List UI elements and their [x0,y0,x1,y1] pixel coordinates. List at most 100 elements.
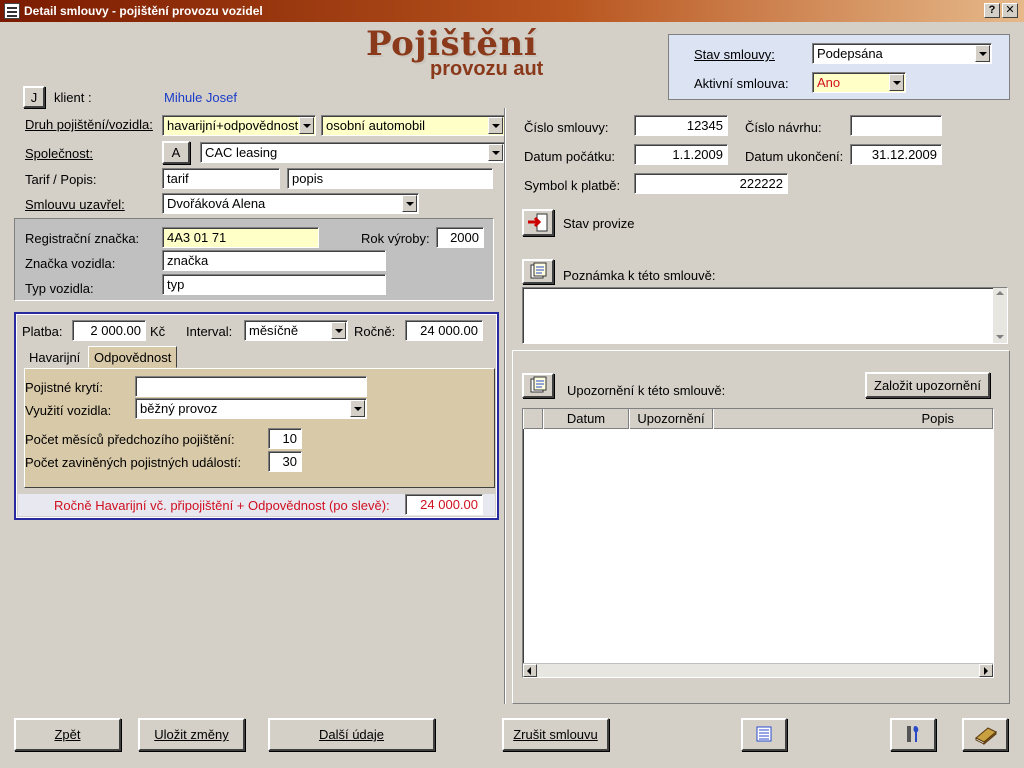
proposal-number-label: Číslo návrhu: [745,120,822,135]
commission-button[interactable] [522,209,554,236]
active-value: Ano [817,75,841,90]
proposal-number-input[interactable] [850,115,942,136]
payment-symbol-label: Symbol k platbě: [524,178,621,193]
months-label: Počet měsíců předchozího pojištění: [25,432,235,447]
concluded-by-label[interactable]: Smlouvu uzavřel: [25,197,125,212]
back-button[interactable]: Zpět [14,718,121,751]
contract-number-input[interactable]: 12345 [634,115,728,136]
insurance-type-label[interactable]: Druh pojištění/vozidla: [25,117,153,132]
concluded-by-value: Dvořáková Alena [167,196,266,211]
commission-label: Stav provize [563,216,635,231]
column-header-popis[interactable]: Popis [713,409,993,429]
registration-label: Registrační značka: [25,231,140,246]
company-button[interactable]: A [162,141,190,164]
chevron-down-icon[interactable] [299,117,314,134]
book-icon [975,727,997,746]
alerts-grid[interactable]: Datum Upozornění Popis [522,408,994,678]
grid-horizontal-scrollbar[interactable] [523,663,993,677]
chevron-down-icon[interactable] [350,400,365,417]
scroll-right-icon[interactable] [979,664,993,677]
status-select[interactable]: Podepsána [812,43,992,64]
client-button[interactable]: J [23,86,45,108]
year-label: Rok výroby: [361,231,430,246]
active-label: Aktivní smlouva: [694,76,789,91]
help-button[interactable]: ? [984,3,1000,18]
column-header-datum[interactable]: Datum [543,409,629,429]
payment-input[interactable]: 2 000.00 [72,320,146,341]
end-date-input[interactable]: 31.12.2009 [850,144,942,165]
app-menu-icon[interactable] [4,3,20,19]
active-select[interactable]: Ano [812,72,906,93]
cancel-contract-button-label: Zrušit smlouvu [513,727,598,742]
book-button[interactable] [962,718,1008,751]
tab-havarijni[interactable]: Havarijní [24,347,85,369]
note-scrollbar[interactable] [993,288,1007,343]
more-details-button-label: Další údaje [318,727,385,742]
list-button[interactable] [741,718,787,751]
chevron-down-icon[interactable] [889,74,904,91]
status-value: Podepsána [817,46,883,61]
vehicle-kind-value: osobní automobil [326,118,426,133]
column-header-upozorneni[interactable]: Upozornění [629,409,713,429]
back-button-label: Zpět [54,727,81,742]
claims-input[interactable]: 30 [268,451,302,472]
note-button[interactable] [522,259,554,284]
close-button[interactable]: ✕ [1002,3,1018,18]
scroll-down-icon[interactable] [996,335,1004,339]
status-label[interactable]: Stav smlouvy: [694,47,775,62]
usage-label: Využití vozidla: [25,403,112,418]
chevron-down-icon[interactable] [488,117,503,134]
company-select[interactable]: CAC leasing [200,142,505,163]
total-input[interactable]: 24 000.00 [405,494,483,515]
save-button-label: Uložit změny [154,727,229,742]
company-label[interactable]: Společnost: [25,146,93,161]
window-title: Detail smlouvy - pojištění provozu vozid… [24,4,263,18]
description-input[interactable]: popis [287,168,493,189]
title-bar[interactable]: Detail smlouvy - pojištění provozu vozid… [0,0,1024,22]
chevron-down-icon[interactable] [975,45,990,62]
usage-value: běžný provoz [140,401,218,416]
client-name[interactable]: Mihule Josef [164,90,237,105]
months-input[interactable]: 10 [268,428,302,449]
interval-label: Interval: [186,324,233,339]
scroll-up-icon[interactable] [996,291,1004,295]
total-label: Ročně Havarijní vč. připojištění + Odpov… [54,498,390,513]
start-date-input[interactable]: 1.1.2009 [634,144,728,165]
type-label: Typ vozidla: [25,281,94,296]
row-selector-header [523,409,543,429]
exit-door-icon [528,213,548,232]
company-value: CAC leasing [205,145,278,160]
brand-input[interactable]: značka [162,250,386,271]
yearly-label: Ročně: [354,324,396,339]
more-details-button[interactable]: Další údaje [268,718,435,751]
currency-label: Kč [150,324,166,339]
year-input[interactable]: 2000 [436,227,484,248]
alerts-grid-header: Datum Upozornění Popis [523,409,993,429]
tariff-input[interactable]: tarif [162,168,280,189]
note-edit-icon [530,262,547,279]
logo-subtitle: provozu aut [430,58,544,80]
interval-value: měsíčně [249,323,299,338]
chevron-down-icon[interactable] [402,195,417,212]
type-input[interactable]: typ [162,274,386,295]
yearly-input[interactable]: 24 000.00 [405,320,483,341]
add-alert-button[interactable]: Založit upozornění [865,372,990,398]
scroll-left-icon[interactable] [523,664,537,677]
tab-odpovednost[interactable]: Odpovědnost [88,346,178,368]
usage-select[interactable]: běžný provoz [135,398,367,419]
coverage-input[interactable] [135,376,367,397]
vehicle-kind-select[interactable]: osobní automobil [321,115,505,136]
payment-symbol-input[interactable]: 222222 [634,173,788,194]
insurance-type-select[interactable]: havarijní+odpovědnost [162,115,316,136]
interval-select[interactable]: měsíčně [244,320,348,341]
chevron-down-icon[interactable] [331,322,346,339]
concluded-by-select[interactable]: Dvořáková Alena [162,193,419,214]
cancel-contract-button[interactable]: Zrušit smlouvu [502,718,609,751]
alerts-button[interactable] [522,373,554,398]
chevron-down-icon[interactable] [488,144,503,161]
save-button[interactable]: Uložit změny [138,718,245,751]
registration-input[interactable]: 4A3 01 71 [162,227,319,248]
payment-label: Platba: [22,324,63,339]
tools-button[interactable] [890,718,936,751]
note-textarea[interactable] [522,287,1008,344]
